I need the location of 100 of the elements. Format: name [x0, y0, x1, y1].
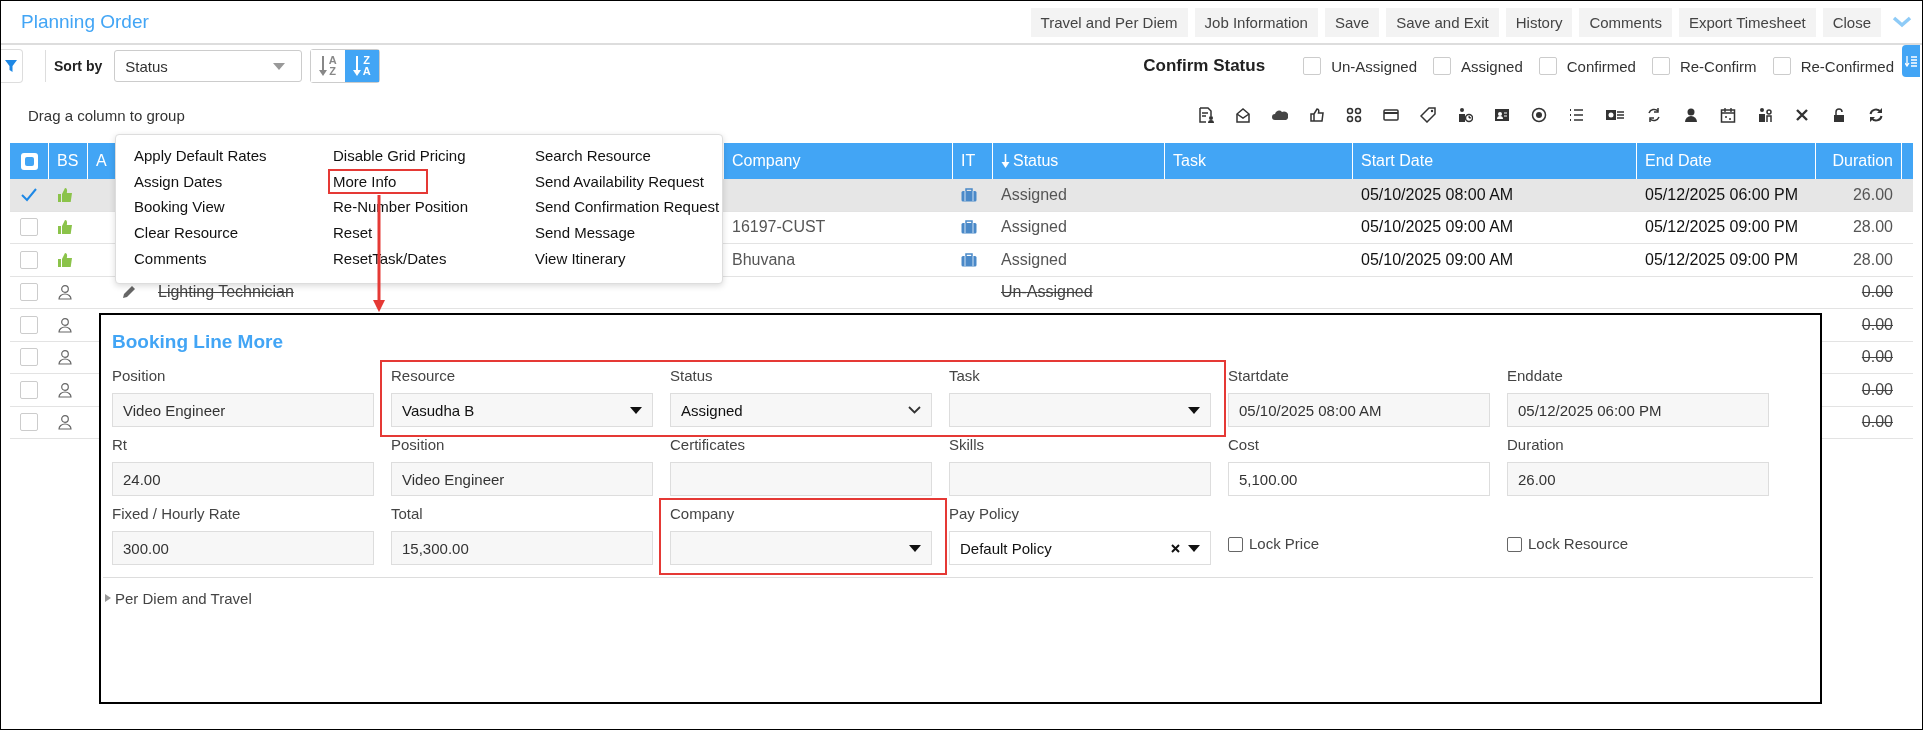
- field-label: Startdate: [1228, 366, 1289, 386]
- caret-icon: [1188, 544, 1200, 552]
- action-button[interactable]: Travel and Per Diem: [1030, 7, 1188, 37]
- action-button[interactable]: Job Information: [1194, 7, 1318, 37]
- sort-dropdown[interactable]: Status: [114, 50, 303, 82]
- checkbox-label: Un-Assigned: [1331, 57, 1417, 75]
- checkbox[interactable]: [1228, 537, 1243, 552]
- checkbox-label: Assigned: [1461, 57, 1523, 75]
- refresh-icon[interactable]: [1868, 107, 1884, 123]
- select-field[interactable]: Assigned: [670, 393, 932, 427]
- field-label: Certificates: [670, 435, 746, 455]
- table-cell: 05/10/2025 08:00 AM: [1361, 185, 1514, 204]
- input-field[interactable]: Video Engineer: [391, 462, 653, 496]
- action-button[interactable]: Comments: [1579, 7, 1672, 37]
- tag-icon[interactable]: [1420, 107, 1436, 123]
- checkbox-label: Lock Resource: [1528, 535, 1629, 552]
- people-icon[interactable]: [1757, 107, 1773, 123]
- caret-icon: [630, 406, 642, 414]
- menu-item[interactable]: Clear Resource: [129, 220, 244, 246]
- table-cell: 0.00: [1861, 283, 1893, 302]
- action-button[interactable]: Save: [1324, 7, 1380, 37]
- input-field[interactable]: 05/10/2025 08:00 AM: [1228, 393, 1490, 427]
- action-button[interactable]: History: [1505, 7, 1573, 37]
- arrow-down-icon: [319, 55, 328, 77]
- dropdown-field[interactable]: Default Policy: [949, 531, 1211, 565]
- field-label: Task: [949, 366, 980, 386]
- input-field[interactable]: 05/12/2025 06:00 PM: [1507, 393, 1769, 427]
- field-label: Resource: [391, 366, 456, 386]
- input-field[interactable]: 5,100.00: [1228, 462, 1490, 496]
- action-button[interactable]: Export Timesheet: [1678, 7, 1816, 37]
- briefcase-icon[interactable]: [961, 252, 977, 267]
- section-toggle[interactable]: Per Diem and Travel: [105, 589, 252, 607]
- input-field[interactable]: 300.00: [112, 531, 374, 565]
- input-field[interactable]: 24.00: [112, 462, 374, 496]
- menu-item[interactable]: Apply Default Rates: [129, 143, 272, 169]
- input-field[interactable]: [949, 462, 1211, 496]
- row-checkbox[interactable]: [20, 380, 38, 399]
- menu-item[interactable]: View Itinerary: [530, 245, 631, 271]
- field-label: Duration: [1507, 435, 1564, 455]
- close-icon[interactable]: [1794, 107, 1810, 123]
- select-all-checkbox[interactable]: [21, 152, 38, 170]
- target-icon[interactable]: [1531, 107, 1547, 123]
- arrow-down-icon: [353, 55, 362, 77]
- dropdown-field[interactable]: Vasudha B: [391, 393, 653, 427]
- document-person-icon[interactable]: [1198, 107, 1214, 123]
- action-button[interactable]: Close: [1822, 7, 1881, 37]
- pencil-icon[interactable]: [122, 285, 136, 300]
- thumbs-up-icon[interactable]: [1309, 107, 1325, 123]
- field-label: Fixed / Hourly Rate: [112, 504, 241, 524]
- table-cell: Assigned: [1001, 250, 1067, 269]
- row-checkbox[interactable]: [20, 250, 38, 269]
- row-checkbox[interactable]: [20, 283, 38, 302]
- menu-item[interactable]: Comments: [129, 245, 212, 271]
- briefcase-icon[interactable]: [961, 220, 977, 235]
- row-checkbox[interactable]: [20, 413, 38, 432]
- group-hint: Drag a column to group: [28, 106, 185, 124]
- numbered-list-icon[interactable]: [1568, 107, 1584, 123]
- row-checkbox[interactable]: [20, 315, 38, 334]
- circle-arrows-icon[interactable]: [1646, 107, 1662, 123]
- circles-icon[interactable]: [1346, 107, 1362, 123]
- row-checkbox[interactable]: [20, 218, 38, 237]
- checkbox[interactable]: [1507, 537, 1522, 552]
- contact-card-icon[interactable]: [1494, 107, 1510, 123]
- menu-item[interactable]: Search Resource: [530, 143, 656, 169]
- table-cell: 0.00: [1861, 380, 1893, 399]
- side-tab[interactable]: [1902, 45, 1920, 77]
- credit-card-icon[interactable]: [1383, 107, 1399, 123]
- chevron-down-icon: [908, 406, 921, 414]
- action-button[interactable]: Save and Exit: [1386, 7, 1499, 37]
- checkbox-label: Re-Confirmed: [1800, 57, 1894, 75]
- table-cell: 26.00: [1852, 185, 1893, 204]
- clear-icon[interactable]: [1171, 543, 1180, 553]
- person-clock-icon[interactable]: [1457, 107, 1473, 123]
- table-cell: 0.00: [1861, 348, 1893, 367]
- dropdown-field[interactable]: [949, 393, 1211, 427]
- menu-item[interactable]: More Info: [328, 168, 429, 194]
- checkbox-label: Confirmed: [1566, 57, 1636, 75]
- row-checkbox[interactable]: [20, 348, 38, 367]
- menu-item[interactable]: Reset: [328, 220, 378, 246]
- dropdown-field[interactable]: [670, 531, 932, 565]
- table-cell: 28.00: [1852, 250, 1893, 269]
- money-list-icon[interactable]: [1605, 107, 1625, 123]
- briefcase-icon[interactable]: [961, 187, 977, 202]
- menu-item[interactable]: Disable Grid Pricing: [328, 143, 471, 169]
- input-field[interactable]: 15,300.00: [391, 531, 653, 565]
- table-cell: 28.00: [1852, 218, 1893, 237]
- input-field[interactable]: Video Engineer: [112, 393, 374, 427]
- field-label: Rt: [112, 435, 127, 455]
- field-label: Pay Policy: [949, 504, 1020, 524]
- checkbox-label: Lock Price: [1249, 535, 1320, 552]
- menu-item[interactable]: Send Message: [530, 220, 641, 246]
- envelope-icon[interactable]: [1235, 107, 1251, 123]
- caret-icon: [909, 544, 921, 552]
- calendar-icon[interactable]: [1720, 107, 1736, 123]
- field-label: Total: [391, 504, 423, 524]
- input-field[interactable]: 26.00: [1507, 462, 1769, 496]
- person-icon[interactable]: [1683, 107, 1699, 123]
- input-field[interactable]: [670, 462, 932, 496]
- filter-button[interactable]: [1, 49, 23, 83]
- unlock-icon[interactable]: [1831, 107, 1847, 123]
